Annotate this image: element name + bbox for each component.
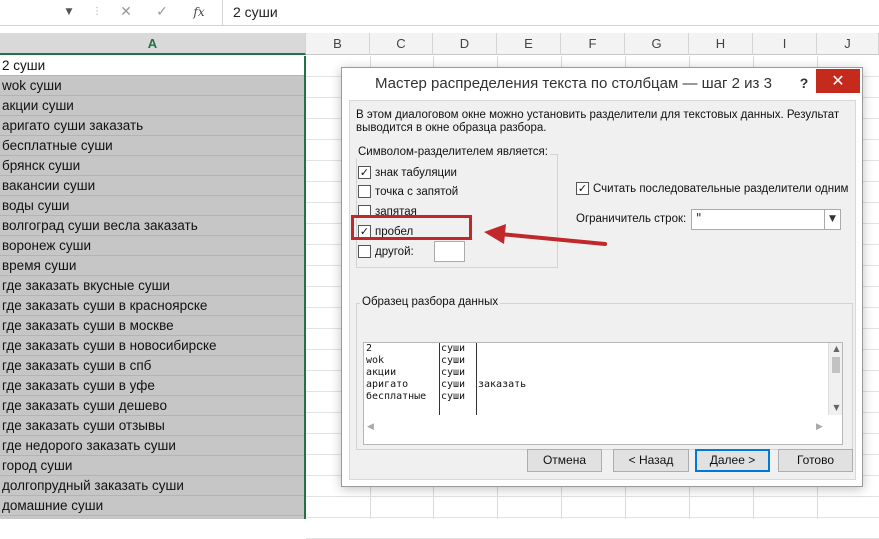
preview-cell: заказать [478, 379, 527, 390]
dialog-body: В этом диалоговом окне можно установить … [349, 100, 856, 480]
confirm-icon[interactable]: ✓ [153, 3, 171, 21]
semicolon-label: точка с запятой [375, 186, 459, 198]
cell-a11[interactable]: время суши [0, 256, 304, 276]
other-delimiter-input[interactable] [434, 241, 465, 262]
preview-column-break[interactable] [439, 343, 440, 415]
scroll-down-icon[interactable]: ▼ [829, 403, 842, 412]
text-qualifier-select[interactable]: " ▼ [691, 209, 841, 230]
scroll-left-icon[interactable]: ◀ [367, 422, 374, 432]
column-header-b[interactable]: B [306, 33, 370, 55]
chevron-down-icon[interactable]: ▼ [824, 210, 840, 229]
scroll-right-icon[interactable]: ▶ [816, 422, 823, 432]
other-checkbox[interactable] [358, 245, 371, 258]
cell-a4[interactable]: аригато суши заказать [0, 116, 304, 136]
column-a-cells[interactable]: 2 суши wok суши акции суши аригато суши зак… [0, 56, 306, 519]
cell-a6[interactable]: брянск суши [0, 156, 304, 176]
column-header-g[interactable]: G [625, 33, 689, 55]
cell-a23[interactable]: домашние суши [0, 496, 304, 516]
formula-input[interactable]: 2 суши [222, 0, 879, 26]
cell-a21[interactable]: город суши [0, 456, 304, 476]
cell-a1[interactable]: 2 суши [0, 56, 304, 76]
cell-a20[interactable]: где недорого заказать суши [0, 436, 304, 456]
annotation-arrow-icon [484, 224, 607, 246]
preview-cell: суши [441, 355, 466, 366]
annotation-highlight-box [351, 215, 472, 240]
semicolon-checkbox[interactable] [358, 185, 371, 198]
column-header-c[interactable]: C [370, 33, 433, 55]
column-header-e[interactable]: E [497, 33, 561, 55]
preview-cell: акции [366, 367, 397, 378]
column-header-h[interactable]: H [689, 33, 753, 55]
close-button[interactable]: ✕ [816, 69, 860, 93]
scroll-up-icon[interactable]: ▲ [829, 344, 842, 353]
cell-a8[interactable]: воды суши [0, 196, 304, 216]
column-header-a[interactable]: A [0, 33, 306, 55]
next-button[interactable]: Далее > [695, 449, 770, 472]
preview-box[interactable]: 2 суши wok суши акции суши аригато суши заказать… [363, 342, 843, 445]
cell-a14[interactable]: где заказать суши в москве [0, 316, 304, 336]
cancel-icon[interactable]: ✕ [117, 3, 135, 21]
delimiters-title: Символом-разделителем является: [356, 146, 550, 158]
cell-a7[interactable]: вакансии суши [0, 176, 304, 196]
cell-a22[interactable]: долгопрудный заказать суши [0, 476, 304, 496]
cell-a13[interactable]: где заказать суши в красноярске [0, 296, 304, 316]
column-header-d[interactable]: D [433, 33, 497, 55]
dialog-title: Мастер распределения текста по столбцам … [375, 75, 772, 92]
consecutive-label: Считать последовательные разделители одн… [593, 183, 849, 195]
cell-a17[interactable]: где заказать суши в уфе [0, 376, 304, 396]
preview-cell: суши [441, 379, 466, 390]
scroll-thumb[interactable] [832, 357, 840, 373]
column-header-i[interactable]: I [753, 33, 817, 55]
preview-cell: аригато [366, 379, 409, 390]
consecutive-checkbox[interactable]: ✓ [576, 182, 589, 195]
other-label: другой: [375, 246, 414, 258]
column-header-j[interactable]: J [817, 33, 879, 55]
cell-a10[interactable]: воронеж суши [0, 236, 304, 256]
preview-cell: 2 [366, 343, 373, 354]
preview-cell: wok [366, 355, 385, 366]
grid-row-line [306, 517, 879, 518]
cell-a2[interactable]: wok суши [0, 76, 304, 96]
cell-a12[interactable]: где заказать вкусные суши [0, 276, 304, 296]
text-qualifier-value: " [696, 211, 702, 225]
preview-cell: суши [441, 367, 466, 378]
back-button[interactable]: < Назад [613, 449, 689, 472]
namebox-dropdown-icon[interactable]: ▼ [62, 5, 76, 19]
formula-bar-grip[interactable]: ⋮ [92, 4, 102, 20]
tab-label: знак табуляции [375, 167, 457, 179]
formula-bar: ▼ ⋮ ✕ ✓ fx 2 суши [0, 0, 879, 26]
cell-a9[interactable]: волгоград суши весла заказать [0, 216, 304, 236]
cancel-button[interactable]: Отмена [527, 449, 602, 472]
preview-cell: суши [441, 343, 466, 354]
text-to-columns-dialog: Мастер распределения текста по столбцам … [341, 67, 863, 487]
cell-a15[interactable]: где заказать суши в новосибирске [0, 336, 304, 356]
cell-a5[interactable]: бесплатные суши [0, 136, 304, 156]
preview-column-break[interactable] [476, 343, 477, 415]
preview-cell: суши [441, 391, 466, 402]
cell-a19[interactable]: где заказать суши отзывы [0, 416, 304, 436]
preview-cell: бесплатные [366, 391, 427, 402]
finish-button[interactable]: Готово [778, 449, 853, 472]
preview-horizontal-scrollbar[interactable]: ◀ ▶ [364, 415, 842, 444]
dialog-description: В этом диалоговом окне можно установить … [356, 109, 840, 134]
insert-function-icon[interactable]: fx [190, 3, 208, 21]
help-button[interactable]: ? [794, 73, 814, 93]
tab-checkbox[interactable]: ✓ [358, 166, 371, 179]
cell-a18[interactable]: где заказать суши дешево [0, 396, 304, 416]
column-headers: A B C D E F G H I J [0, 33, 879, 55]
preview-title: Образец разбора данных [360, 296, 501, 308]
column-header-f[interactable]: F [561, 33, 625, 55]
preview-vertical-scrollbar[interactable]: ▲ ▼ [828, 343, 842, 415]
cell-a16[interactable]: где заказать суши в спб [0, 356, 304, 376]
cell-a3[interactable]: акции суши [0, 96, 304, 116]
grid-row-line [306, 496, 879, 497]
dialog-titlebar[interactable]: Мастер распределения текста по столбцам … [342, 68, 862, 100]
